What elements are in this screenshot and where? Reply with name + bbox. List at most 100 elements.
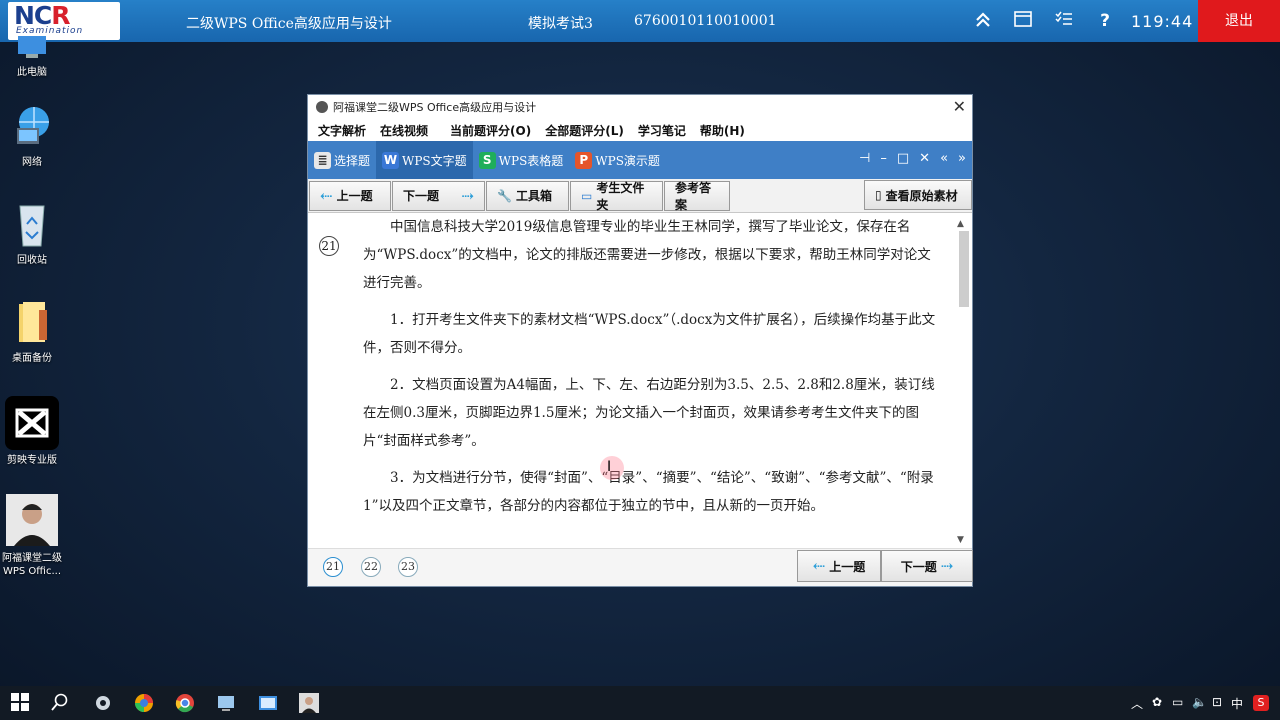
checklist-icon[interactable]	[1054, 11, 1074, 31]
course-title: 二级WPS Office高级应用与设计	[186, 16, 392, 32]
desktop-icon-label: 此电脑	[17, 67, 47, 78]
question-content: 21 中国信息科技大学2019级信息管理专业的毕业生王林同学，撰写了毕业论文，保…	[308, 213, 972, 549]
wps-presentation-icon: P	[575, 151, 593, 169]
desktop-icon-backup-folder[interactable]: 桌面备份	[0, 300, 64, 365]
desktop-icon-afu-app[interactable]: 阿福课堂二级 WPS Offic...	[0, 494, 64, 578]
menu-item-online-video[interactable]: 在线视频	[380, 122, 428, 139]
text-cursor-icon: I	[607, 459, 612, 475]
desktop-icon-this-pc[interactable]: 此电脑	[0, 36, 64, 79]
desktop-icon-label: 阿福课堂二级 WPS Offic...	[2, 553, 62, 577]
exit-button[interactable]: 退出	[1198, 0, 1280, 42]
desktop-icon-label: 网络	[22, 157, 42, 168]
page-21-button[interactable]: 21	[323, 557, 343, 577]
close-small-icon[interactable]: ✕	[919, 151, 930, 166]
menu-bar: 文字解析 在线视频 当前题评分(O) 全部题评分(L) 学习笔记 帮助(H)	[308, 119, 972, 141]
menu-item-notes[interactable]: 学习笔记	[638, 122, 686, 139]
question-toolbar: ⇠ 上一题 下一题 ⇢ 🔧 工具箱 ▭ 考生文件夹 参考答案 ▯ 查看原始素材	[308, 179, 972, 213]
window-title-bar: 阿福课堂二级WPS Office高级应用与设计	[308, 95, 972, 119]
arrow-right-icon: ⇢	[461, 186, 474, 205]
page-22-button[interactable]: 22	[361, 557, 381, 577]
desktop-icon-label: 回收站	[17, 255, 47, 266]
folder-open-icon: ▭	[581, 188, 593, 203]
reference-answer-button[interactable]: 参考答案	[664, 180, 730, 212]
prev-question-button[interactable]: ⇠ 上一题	[309, 180, 391, 211]
document-icon: ▯	[875, 188, 882, 202]
double-right-icon[interactable]: »	[958, 151, 966, 166]
countdown-timer: 119:44	[1131, 12, 1194, 31]
screen-tool-icon[interactable]	[216, 693, 236, 713]
question-item-1: 1．打开考生文件夹下的素材文档“WPS.docx”（.docx为文件扩展名），后…	[363, 312, 936, 356]
chrome-icon[interactable]	[175, 693, 195, 713]
maximize-icon[interactable]: □	[897, 151, 909, 166]
arrow-left-icon: ⇠	[320, 186, 333, 205]
tray-app-icon[interactable]: ✿	[1152, 695, 1162, 709]
teacher-avatar-icon	[6, 494, 58, 546]
settings-gear-icon[interactable]	[93, 693, 113, 713]
tab-wps-presentation[interactable]: P WPS演示题	[569, 141, 666, 179]
menu-item-grade-all[interactable]: 全部题评分(L)	[545, 122, 624, 139]
tab-window-controls: ⊣ – □ ✕ « »	[859, 151, 966, 166]
collapse-up-icon[interactable]	[973, 11, 993, 31]
next-question-button[interactable]: 下一题 ⇢	[392, 180, 485, 211]
scroll-down-icon[interactable]: ▼	[957, 535, 964, 545]
sogou-input-icon[interactable]: S	[1253, 695, 1269, 711]
capcut-icon	[5, 396, 59, 450]
tab-wps-writer[interactable]: W WPS文字题	[376, 141, 473, 179]
app-icon	[316, 101, 328, 113]
pin-icon[interactable]: ⊣	[859, 151, 870, 166]
question-footer: 21 22 23 ⇠ 上一题 下一题 ⇢	[308, 548, 973, 586]
arrow-right-icon: ⇢	[940, 557, 954, 575]
wps-writer-icon: W	[382, 151, 400, 169]
help-icon[interactable]: ?	[1095, 11, 1115, 31]
window-title: 阿福课堂二级WPS Office高级应用与设计	[333, 101, 537, 114]
menu-item-help[interactable]: 帮助(H)	[700, 122, 745, 139]
network-tray-icon[interactable]: ⊡	[1212, 695, 1222, 709]
search-icon[interactable]	[51, 693, 71, 713]
desktop-icon-capcut[interactable]: 剪映专业版	[0, 396, 64, 467]
view-source-material-button[interactable]: ▯ 查看原始素材	[864, 180, 972, 210]
colorful-browser-icon[interactable]	[134, 693, 154, 713]
menu-item-grade-current[interactable]: 当前题评分(O)	[450, 122, 531, 139]
scroll-thumb[interactable]	[959, 231, 969, 307]
desktop-icon-label: 桌面备份	[12, 353, 52, 364]
content-scrollbar[interactable]: ▲ ▼	[957, 219, 969, 545]
practice-window: 阿福课堂二级WPS Office高级应用与设计 ✕ 文字解析 在线视频 当前题评…	[307, 94, 973, 587]
question-number-badge: 21	[319, 236, 339, 256]
exam-folder-button[interactable]: ▭ 考生文件夹	[570, 180, 663, 212]
footer-next-button[interactable]: 下一题 ⇢	[881, 550, 973, 582]
tab-choice[interactable]: ≣ 选择题	[308, 141, 376, 179]
volume-icon[interactable]: 🔈	[1192, 695, 1207, 709]
tray-expand-icon[interactable]: ︿	[1131, 695, 1143, 712]
menu-item-text-analysis[interactable]: 文字解析	[318, 122, 366, 139]
afu-avatar-icon[interactable]	[299, 693, 319, 713]
list-icon: ≣	[314, 151, 331, 169]
windows-start-icon[interactable]	[11, 693, 31, 713]
minimize-icon[interactable]: –	[880, 151, 887, 166]
desktop-icon-recycle-bin[interactable]: 回收站	[0, 202, 64, 267]
folder-icon	[9, 300, 55, 346]
page-23-button[interactable]: 23	[398, 557, 418, 577]
computer-icon	[9, 36, 55, 60]
wrench-icon: 🔧	[497, 188, 512, 203]
battery-icon[interactable]: ▭	[1172, 695, 1183, 709]
ncre-logo: NCR Examination	[8, 2, 120, 40]
exam-top-bar: NCR Examination 二级WPS Office高级应用与设计 模拟考试…	[0, 0, 1280, 42]
wps-spreadsheet-icon: S	[478, 151, 496, 169]
footer-prev-button[interactable]: ⇠ 上一题	[797, 550, 881, 582]
desktop-icon-label: 剪映专业版	[7, 455, 57, 466]
close-icon[interactable]: ✕	[953, 97, 966, 116]
toolbox-button[interactable]: 🔧 工具箱	[486, 180, 569, 211]
network-globe-icon	[9, 104, 55, 150]
ticket-number: 6760010110010001	[634, 13, 777, 29]
double-left-icon[interactable]: «	[940, 151, 948, 166]
ime-indicator[interactable]: 中	[1231, 695, 1243, 712]
question-item-2: 2．文档页面设置为A4幅面，上、下、左、右边距分别为3.5、2.5、2.8和2.…	[363, 377, 935, 449]
question-intro: 中国信息科技大学2019级信息管理专业的毕业生王林同学，撰写了毕业论文，保存在名…	[363, 219, 931, 291]
window-icon[interactable]	[1013, 11, 1033, 31]
question-type-tabs: ≣ 选择题 W WPS文字题 S WPS表格题 P WPS演示题 ⊣ – □ ✕…	[308, 141, 972, 179]
arrow-left-icon: ⇠	[812, 557, 826, 575]
exam-app-icon[interactable]	[258, 693, 278, 713]
scroll-up-icon[interactable]: ▲	[957, 219, 964, 229]
desktop-icon-network[interactable]: 网络	[0, 104, 64, 169]
tab-wps-spreadsheet[interactable]: S WPS表格题	[473, 141, 570, 179]
